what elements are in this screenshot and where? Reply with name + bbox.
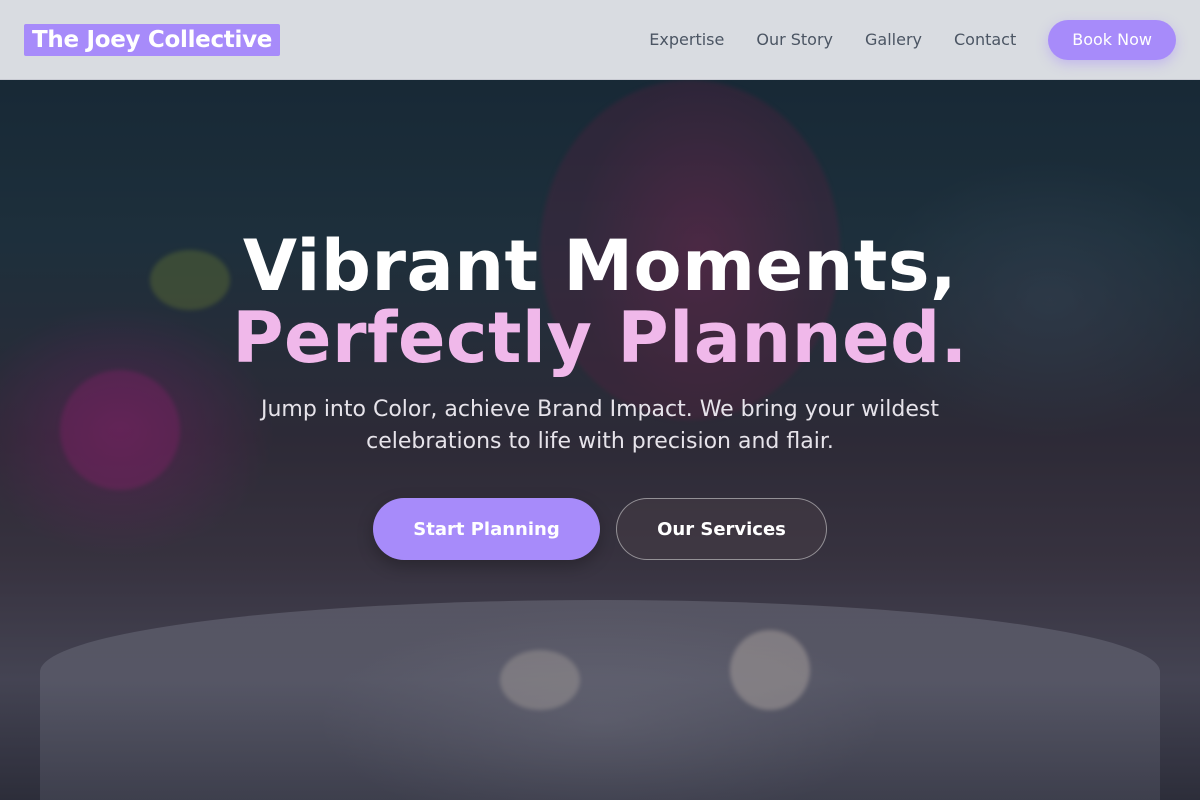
hero-title-line2: Perfectly Planned. <box>232 297 968 379</box>
nav-link-expertise[interactable]: Expertise <box>649 30 724 49</box>
hero-title: Vibrant Moments, Perfectly Planned. <box>0 230 1200 374</box>
nav-link-gallery[interactable]: Gallery <box>865 30 922 49</box>
main-nav: Expertise Our Story Gallery Contact Book… <box>649 19 1176 60</box>
start-planning-button[interactable]: Start Planning <box>373 498 600 560</box>
hero-title-line1: Vibrant Moments, <box>242 225 958 307</box>
hero-subtitle: Jump into Color, achieve Brand Impact. W… <box>261 397 939 454</box>
hero-cta-group: Start Planning Our Services <box>0 498 1200 560</box>
nav-link-our-story[interactable]: Our Story <box>756 30 833 49</box>
site-header: The Joey Collective Expertise Our Story … <box>0 0 1200 80</box>
book-now-button[interactable]: Book Now <box>1048 19 1176 60</box>
nav-link-contact[interactable]: Contact <box>954 30 1016 49</box>
hero-content: Vibrant Moments, Perfectly Planned. Jump… <box>0 230 1200 560</box>
site-logo[interactable]: The Joey Collective <box>24 23 281 56</box>
our-services-button[interactable]: Our Services <box>616 498 827 560</box>
